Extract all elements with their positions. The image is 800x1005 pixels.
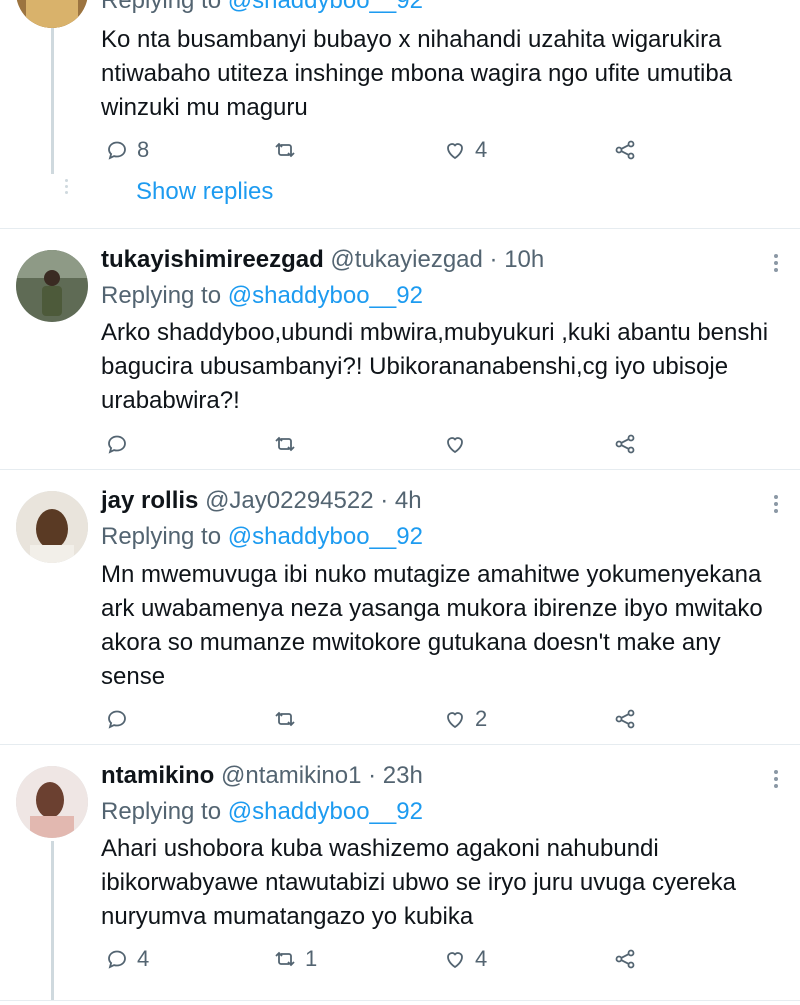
tweet-header: jay rollis @Jay02294522 · 4h [101,486,422,516]
more-icon [774,254,778,258]
author-name[interactable]: jay rollis [101,487,198,514]
retweet-button[interactable] [273,134,305,166]
reply-icon [108,435,126,454]
thread-continuation-dots [65,176,69,197]
retweet-button[interactable]: 1 [273,943,317,975]
more-options-button[interactable] [774,767,780,791]
tweet-text: Ko nta busambanyi bubayo x nihahandi uza… [101,26,733,121]
replying-to: Replying to @shaddyboo__92 [101,523,423,550]
heart-icon [447,437,463,454]
tweet-actions: 2 [101,703,661,735]
reply-icon [108,141,126,160]
share-button[interactable] [613,703,637,735]
avatar[interactable] [16,491,88,563]
like-button[interactable] [443,428,475,460]
more-options-button[interactable] [774,251,780,275]
replying-to: Replying to @shaddyboo__92 [101,798,423,825]
tweet-actions: 4 1 4 [101,943,661,975]
author-name[interactable]: tukayishimireezgad [101,246,324,273]
avatar[interactable] [16,766,88,838]
like-button[interactable]: 4 [443,134,487,166]
share-button[interactable] [613,428,637,460]
heart-icon [447,712,463,729]
author-handle[interactable]: @tukayiezgad · 10h [330,246,544,273]
avatar[interactable] [16,0,88,28]
reply-count: 4 [137,946,150,971]
retweet-icon [275,436,295,452]
share-icon [615,709,635,729]
reply-icon [108,950,126,969]
reply-icon [108,710,126,729]
reply-button[interactable]: 8 [105,134,149,166]
divider [0,1000,800,1001]
author-handle[interactable]: @Jay02294522 · 4h [205,487,422,514]
share-button[interactable] [613,134,637,166]
like-button[interactable]: 2 [443,703,487,735]
tweet-header: ntamikino @ntamikino1 · 23h [101,761,423,791]
like-count: 4 [475,946,488,971]
tweet-3[interactable]: ntamikino @ntamikino1 · 23h Replying to … [0,745,800,1005]
thread-line [51,28,54,174]
heart-icon [447,143,463,160]
reply-button[interactable] [105,703,137,735]
mention-link[interactable]: @shaddyboo__92 [228,523,423,550]
share-icon [615,140,635,160]
retweet-button[interactable] [273,428,305,460]
tweet-2[interactable]: jay rollis @Jay02294522 · 4h Replying to… [0,470,800,744]
retweet-icon [275,951,295,967]
tweet-header: tukayishimireezgad @tukayiezgad · 10h [101,245,544,275]
thread-line [51,841,54,1001]
share-icon [615,434,635,454]
reply-count: 8 [137,137,150,162]
like-count: 4 [475,137,488,162]
retweet-icon [275,711,295,727]
more-options-button[interactable] [774,492,780,516]
like-count: 2 [475,706,488,731]
tweet-0[interactable]: Replying to @shaddyboo__92 Ko nta busamb… [0,0,800,228]
tweet-text: Ahari ushobora kuba washizemo agakoni na… [101,835,736,930]
retweet-button[interactable] [273,703,305,735]
author-name[interactable]: ntamikino [101,762,214,789]
share-icon [615,949,635,969]
heart-icon [447,952,463,969]
mention-link[interactable]: @shaddyboo__92 [228,0,423,14]
reply-button[interactable] [105,428,137,460]
retweet-count: 1 [305,946,318,971]
more-icon [774,770,778,774]
more-icon [774,495,778,499]
like-button[interactable]: 4 [443,943,487,975]
share-button[interactable] [613,943,637,975]
tweet-text: Mn mwemuvuga ibi nuko mutagize amahitwe … [101,561,763,690]
author-handle[interactable]: @ntamikino1 · 23h [221,762,423,789]
retweet-icon [275,142,295,158]
avatar[interactable] [16,250,88,322]
replying-to: Replying to @shaddyboo__92 [101,0,423,16]
tweet-actions [101,428,661,460]
show-replies-link[interactable]: Show replies [136,178,273,206]
tweet-text: Arko shaddyboo,ubundi mbwira,mubyukuri ,… [101,319,769,414]
reply-button[interactable]: 4 [105,943,149,975]
mention-link[interactable]: @shaddyboo__92 [228,798,423,825]
mention-link[interactable]: @shaddyboo__92 [228,282,423,309]
tweet-1[interactable]: tukayishimireezgad @tukayiezgad · 10h Re… [0,229,800,469]
replying-to: Replying to @shaddyboo__92 [101,282,423,309]
tweet-actions: 8 4 [101,134,661,166]
